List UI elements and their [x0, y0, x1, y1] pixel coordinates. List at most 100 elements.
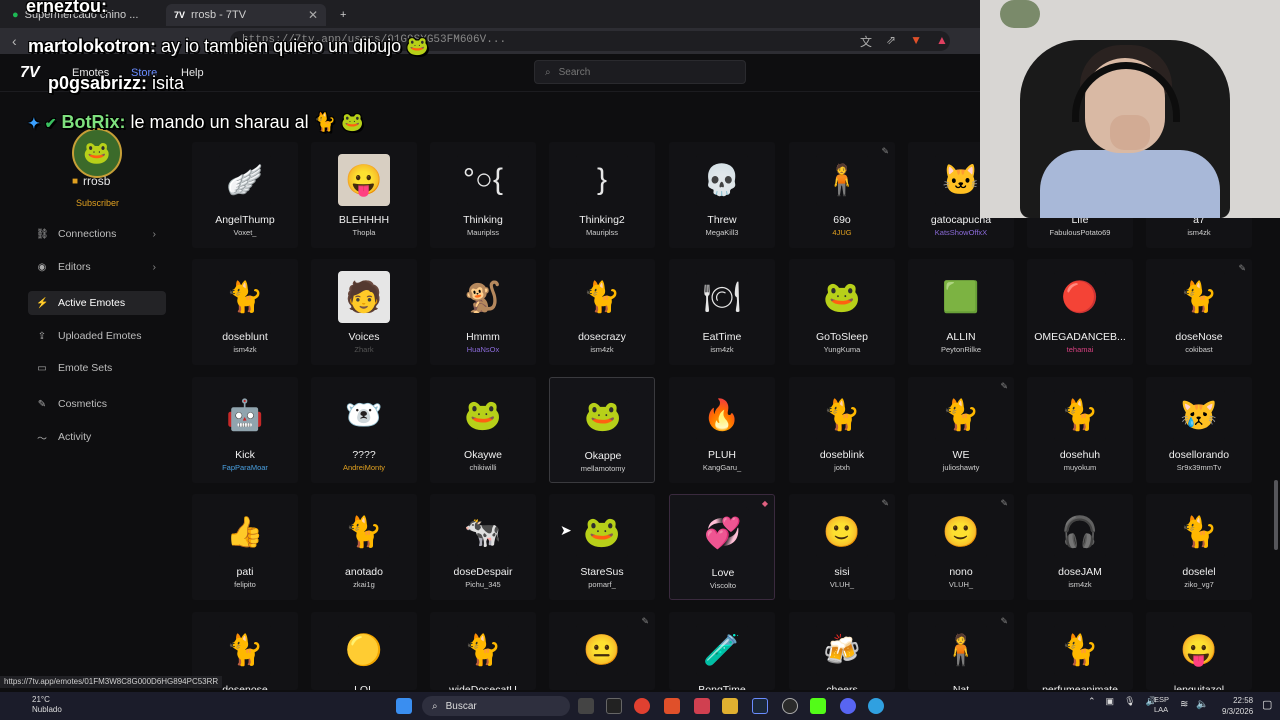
kick-icon[interactable]	[810, 698, 826, 714]
wifi-icon[interactable]: ≋	[1180, 699, 1188, 710]
close-tab-icon[interactable]: ✕	[308, 8, 318, 22]
emote-card[interactable]: 👍 pati felipito	[192, 494, 298, 600]
emote-author: FabulousPotato69	[1049, 228, 1111, 237]
emote-card[interactable]: 🟩 ALLIN PeytonRilke	[908, 259, 1014, 365]
emote-card[interactable]: 🙂 sisi VLUH_ ✎	[789, 494, 895, 600]
tab-7tv[interactable]: 7V rrosb - 7TV ✕	[166, 4, 326, 26]
store-icon[interactable]	[694, 698, 710, 714]
emote-card[interactable]: 🧍 Nat ✎	[908, 612, 1014, 690]
emote-image: 🧍	[816, 154, 868, 206]
file-explorer-icon[interactable]	[722, 698, 738, 714]
emote-card[interactable]: 🐸 StareSus pomarf_	[549, 494, 655, 600]
emote-card[interactable]: 🎧 doseJAM ism4zk	[1027, 494, 1133, 600]
emote-card[interactable]: 😛 lenguitazol	[1146, 612, 1252, 690]
start-icon[interactable]	[396, 698, 412, 714]
emote-card[interactable]: 😐 ✎	[549, 612, 655, 690]
task-view-icon[interactable]	[578, 698, 594, 714]
cat-emote-icon: 🐈	[313, 112, 337, 132]
chevron-up-icon[interactable]: ⌃	[1088, 696, 1096, 707]
chrome-icon[interactable]	[634, 698, 650, 714]
emote-card[interactable]: 🐸 Okappe mellamotomy	[549, 377, 655, 483]
emote-author: AndreiMonty	[342, 463, 386, 472]
language-indicator[interactable]: ESP LAA	[1154, 695, 1169, 715]
page-scrollbar[interactable]	[1274, 480, 1278, 550]
speaker-icon[interactable]: 🔈	[1196, 699, 1208, 710]
emote-card[interactable]: 🐈 dosehuh muyokum	[1027, 377, 1133, 483]
sidebar-item-editors[interactable]: ◉ Editors ›	[28, 255, 166, 279]
nav-store[interactable]: Store	[131, 67, 157, 79]
nav-help[interactable]: Help	[181, 67, 204, 79]
emote-card[interactable]: 🐄 doseDespair Pichu_345	[430, 494, 536, 600]
7tv-logo[interactable]: 7V	[20, 64, 40, 82]
emote-card[interactable]: 🐈 perfumeanimate	[1027, 612, 1133, 690]
emote-card[interactable]: 🐒 Hmmm HuaNsOx	[430, 259, 536, 365]
emote-card[interactable]: 🪽 AngelThump Voxet_	[192, 142, 298, 248]
emote-card[interactable]: 🐸 Okaywe chikiwilli	[430, 377, 536, 483]
emote-name: OMEGADANCEB...	[1034, 331, 1126, 343]
emote-card[interactable]: 🐈 doseblink jotxh	[789, 377, 895, 483]
emote-card[interactable]: 🐈 doselel ziko_vg7	[1146, 494, 1252, 600]
emote-card[interactable]: 🐈 anotado zkai1g	[311, 494, 417, 600]
emote-card[interactable]: °○{Thinking Mauriplss	[430, 142, 536, 248]
brave-icon[interactable]	[664, 698, 680, 714]
network-icon[interactable]: ▣	[1106, 696, 1115, 707]
sidebar-item-emote-sets[interactable]: ▭ Emote Sets	[28, 356, 166, 380]
emote-image: 😐	[576, 624, 628, 676]
translate-icon[interactable]: 文	[860, 33, 872, 50]
emote-card[interactable]: 🐈 doseblunt ism4zk	[192, 259, 298, 365]
webcam-feed	[980, 0, 1280, 218]
sidebar-item-uploaded-emotes[interactable]: ⇪ Uploaded Emotes	[28, 324, 166, 348]
emote-card[interactable]: 💞 Love Viscolto ◆	[669, 494, 775, 600]
emote-card[interactable]: 😿 dosellorando Sr9x39mmTv	[1146, 377, 1252, 483]
emote-card[interactable]: 💀 Threw MegaKill3	[669, 142, 775, 248]
weather-widget[interactable]: 21°C Nublado	[32, 695, 62, 715]
share-icon[interactable]: ⇗	[886, 33, 896, 50]
brave-rewards-icon[interactable]: ▲	[936, 33, 948, 50]
emote-card[interactable]: 🐸 GoToSleep YungKuma	[789, 259, 895, 365]
emote-card[interactable]: 🧑 Voices Zhark	[311, 259, 417, 365]
search-input[interactable]: ⌕ Search	[534, 60, 746, 84]
emote-author: VLUH_	[948, 580, 974, 589]
emote-card[interactable]: 🐈 dosecrazy ism4zk	[549, 259, 655, 365]
emote-card[interactable]: 😛 BLEHHHH Thopla	[311, 142, 417, 248]
notification-icon[interactable]: ▢	[1262, 698, 1272, 711]
emote-card[interactable]: 🙂 nono VLUH_ ✎	[908, 494, 1014, 600]
emote-card[interactable]: 🐻‍❄️???? AndreiMonty	[311, 377, 417, 483]
emote-name: Okaywe	[464, 449, 502, 461]
emote-image: 🐈	[219, 271, 271, 323]
emote-card[interactable]: 🤖 Kick FapParaMoar	[192, 377, 298, 483]
emote-card[interactable]: 🐈 doseNose cokibast ✎	[1146, 259, 1252, 365]
back-icon[interactable]: ‹	[12, 33, 17, 49]
emote-image: 😛	[1173, 624, 1225, 676]
emote-card[interactable]: 🍽 EatTime ism4zk	[669, 259, 775, 365]
discord-icon[interactable]	[840, 698, 856, 714]
obs-icon[interactable]	[782, 698, 798, 714]
app-icon[interactable]	[868, 698, 884, 714]
steam-icon[interactable]	[752, 698, 768, 714]
emote-card[interactable]: 🟡 LOL	[311, 612, 417, 690]
emote-card[interactable]: 🍻 cheers	[789, 612, 895, 690]
brave-shield-icon[interactable]: ▼	[910, 33, 922, 50]
taskbar-search[interactable]: ⌕ Buscar	[422, 696, 570, 716]
emote-card[interactable]: } Thinking2 Mauriplss	[549, 142, 655, 248]
mic-icon[interactable]: 🎙	[1124, 696, 1135, 707]
emote-name: lenguitazol	[1173, 684, 1225, 690]
sidebar-item-active-emotes[interactable]: ⚡ Active Emotes	[28, 291, 166, 315]
new-tab-button[interactable]: +	[332, 4, 354, 26]
nav-emotes[interactable]: Emotes	[72, 67, 109, 79]
emote-name: cheers	[826, 684, 858, 690]
emote-card[interactable]: 🐈 wideDosecatU	[430, 612, 536, 690]
address-bar[interactable]: https://7tv.app/users/01G9SYG53FM606V...	[230, 31, 950, 51]
sidebar-item-connections[interactable]: ⛓ Connections ›	[28, 222, 166, 246]
sidebar-item-cosmetics[interactable]: ✎ Cosmetics	[28, 392, 166, 416]
emote-card[interactable]: 🧍 69o 4JUG ✎	[789, 142, 895, 248]
epic-games-icon[interactable]	[606, 698, 622, 714]
emote-card[interactable]: 🐈 WE julioshawty ✎	[908, 377, 1014, 483]
emote-card[interactable]: 🔥 PLUH KangGaru_	[669, 377, 775, 483]
tab-supermercado[interactable]: ● Supermercado chino ...	[4, 4, 164, 26]
sidebar-item-activity[interactable]: 〜 Activity	[28, 425, 166, 449]
clock[interactable]: 22:58 9/3/2026	[1222, 695, 1253, 717]
emote-image: 👍	[219, 506, 271, 558]
emote-card[interactable]: 🔴 OMEGADANCEB... tehamai	[1027, 259, 1133, 365]
emote-card[interactable]: 🧪 BongTime	[669, 612, 775, 690]
